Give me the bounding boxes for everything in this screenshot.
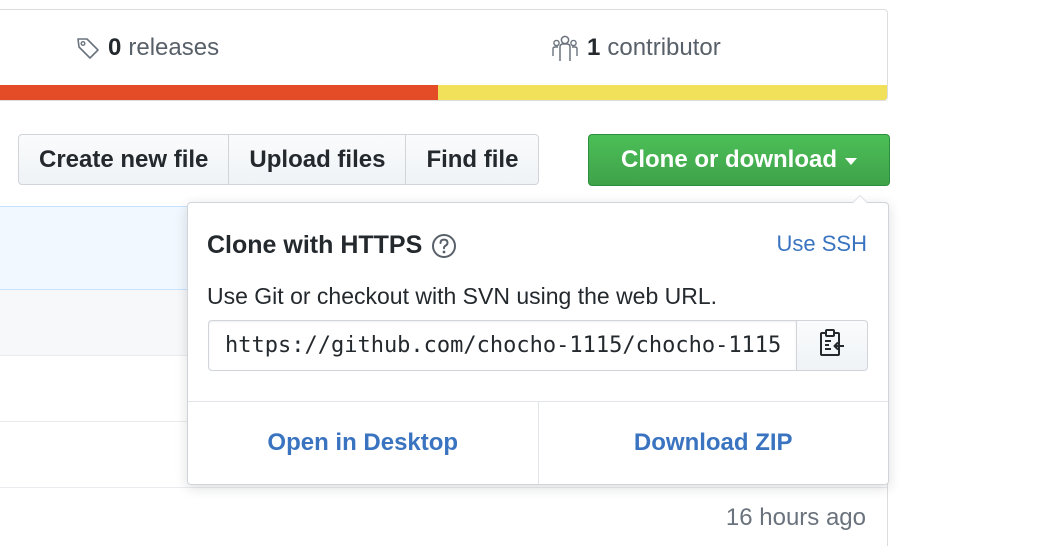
contributors-stat[interactable]: 1 contributor bbox=[551, 34, 721, 62]
upload-files-button[interactable]: Upload files bbox=[228, 134, 407, 185]
releases-count: 0 bbox=[108, 34, 122, 61]
language-segment-javascript bbox=[438, 85, 887, 100]
download-zip-button[interactable]: Download ZIP bbox=[537, 402, 889, 484]
repo-summary: 0 releases 1 contributor bbox=[0, 9, 888, 101]
clone-title-text: Clone with HTTPS bbox=[207, 231, 423, 259]
releases-label: releases bbox=[128, 34, 220, 61]
clone-panel-footer: Open in Desktop Download ZIP bbox=[188, 401, 888, 484]
tag-icon bbox=[76, 36, 100, 60]
use-ssh-link[interactable]: Use SSH bbox=[777, 231, 867, 257]
releases-stat[interactable]: 0 releases bbox=[76, 34, 219, 62]
file-age: 16 hours ago bbox=[725, 504, 866, 531]
file-actions-group: Create new file Upload files Find file bbox=[18, 134, 540, 185]
clone-or-download-label: Clone or download bbox=[621, 146, 837, 173]
copy-url-button[interactable] bbox=[797, 320, 868, 371]
caret-down-icon bbox=[845, 158, 857, 165]
clone-panel-title: Clone with HTTPS bbox=[207, 231, 457, 260]
open-in-desktop-button[interactable]: Open in Desktop bbox=[188, 402, 538, 484]
create-new-file-button[interactable]: Create new file bbox=[18, 134, 230, 185]
clone-url-input[interactable] bbox=[208, 320, 797, 371]
language-bar[interactable] bbox=[0, 85, 887, 100]
clone-description: Use Git or checkout with SVN using the w… bbox=[207, 283, 718, 309]
find-file-button[interactable]: Find file bbox=[405, 134, 540, 185]
clone-or-download-button[interactable]: Clone or download bbox=[588, 134, 890, 186]
people-icon bbox=[551, 34, 579, 62]
clone-dropdown: Clone with HTTPS Use SSH Use Git or chec… bbox=[187, 195, 889, 485]
question-icon[interactable] bbox=[431, 233, 457, 259]
contributors-count: 1 bbox=[587, 34, 601, 61]
clipboard-icon bbox=[818, 328, 846, 363]
contributors-label: contributor bbox=[607, 34, 721, 61]
language-segment-html bbox=[0, 85, 439, 100]
clone-url-group bbox=[208, 320, 868, 371]
